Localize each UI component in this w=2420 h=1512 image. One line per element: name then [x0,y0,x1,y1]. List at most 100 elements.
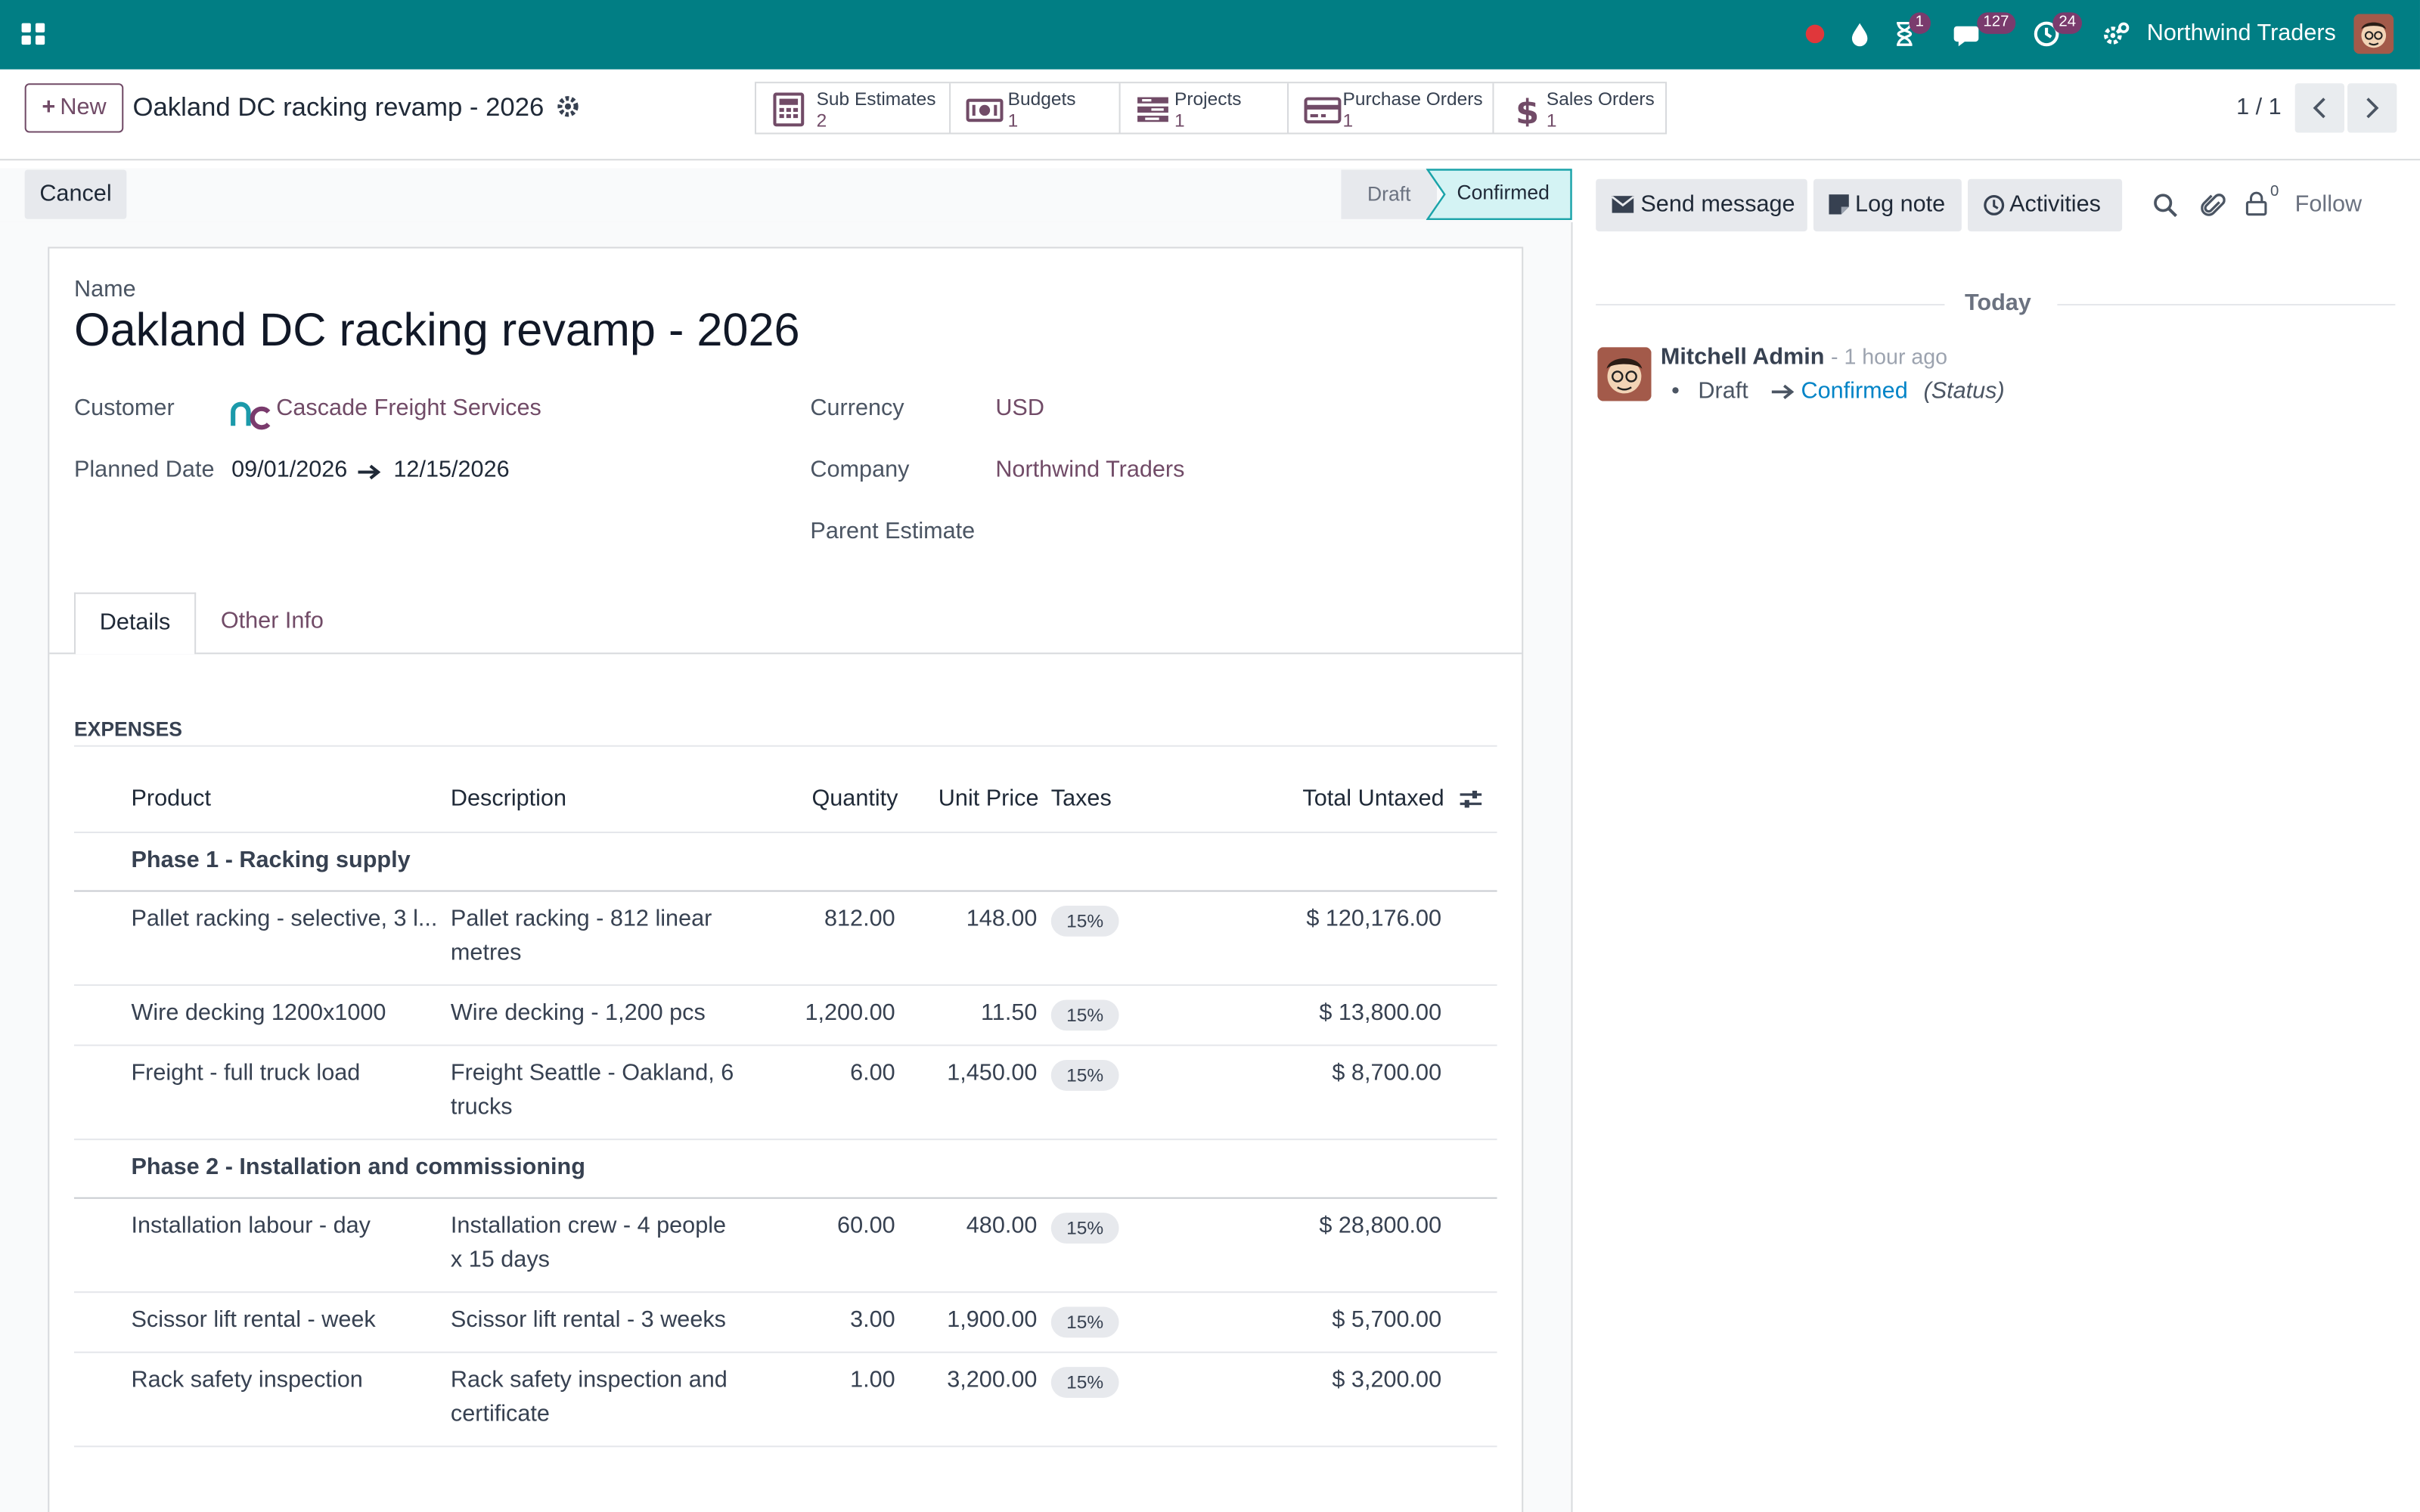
line-unit-price: 1,450.00 [947,1060,1038,1086]
divider [73,1197,1497,1199]
new-record-button[interactable]: + New [24,83,124,133]
company-switcher[interactable]: Northwind Traders [2147,18,2336,49]
settings-gears-icon[interactable] [2101,18,2132,49]
sales-orders-button[interactable]: $ Sales Orders 1 [1494,83,1665,132]
projects-button[interactable]: Projects 1 [1121,83,1289,133]
log-note-label: Log note [1855,191,1946,218]
line-total: $ 13,800.00 [1319,999,1442,1027]
line-description: Freight Seattle - Oakland, 6 trucks [450,1060,734,1120]
follow-button[interactable]: Follow [2295,191,2362,218]
message-author-name[interactable]: Mitchell Admin [1661,344,1825,370]
currency-label: Currency [810,395,904,422]
column-header-taxes[interactable]: Taxes [1051,785,1112,812]
envelope-icon [1611,196,1635,213]
column-header-product[interactable]: Product [131,785,211,812]
line-quantity: 3.00 [850,1306,895,1334]
form-statusbar: Cancel Draft Confirmed [0,168,1572,224]
line-description: Pallet racking - 812 linear metres [450,905,712,966]
optional-columns-sliders-icon[interactable] [1459,787,1484,820]
search-icon[interactable] [2153,193,2178,225]
column-header-description[interactable]: Description [451,785,566,812]
arrow-right-icon [1771,384,1795,400]
currency-field[interactable]: USD [995,395,1044,421]
log-note-button[interactable]: Log note [1813,178,1962,232]
budgets-button[interactable]: Budgets 1 [951,83,1121,133]
column-header-unit-price[interactable]: Unit Price [939,785,1039,812]
stage-draft[interactable]: Draft [1341,169,1437,219]
smart-button-label: Sub Estimates [816,88,936,110]
divider [73,1291,1497,1294]
drop-icon[interactable] [1848,18,1872,49]
message-author: Mitchell Admin - 1 hour ago [1661,344,1947,370]
chevron-right-icon [2366,98,2379,119]
tracking-value-line: • Draft Confirmed (Status) [1671,377,2005,404]
messages-icon[interactable]: 127 [1953,12,2015,49]
line-quantity: 1,200.00 [805,999,895,1027]
app-root: 1 127 24 Northwind Traders + New Oakland … [0,0,2420,1512]
line-description: Wire decking - 1,200 pcs [450,999,706,1027]
tracking-new-value: Confirmed [1801,377,1908,404]
tab-other-info[interactable]: Other Info [221,593,324,652]
user-avatar[interactable] [2353,14,2394,54]
section-row-phase-2[interactable]: Phase 2 - Installation and commissioning [131,1154,585,1181]
line-unit-price: 1,900.00 [947,1306,1038,1334]
clock-badge: 24 [2052,12,2083,34]
pager-next-button[interactable] [2347,83,2397,133]
activities-button[interactable]: Activities [1968,178,2123,232]
line-quantity: 6.00 [850,1060,895,1086]
line-quantity: 1.00 [850,1367,895,1393]
line-product: Scissor lift rental - week [131,1306,376,1334]
recording-dot-icon[interactable] [1803,18,1828,49]
paperclip-icon[interactable] [2201,191,2226,227]
planned-date-label: Planned Date [73,457,215,483]
divider [2057,304,2396,306]
message-time: - 1 hour ago [1830,344,1948,369]
send-message-label: Send message [1640,191,1795,218]
chevron-left-icon [2313,98,2325,119]
pager-previous-button[interactable] [2294,83,2344,133]
customer-field[interactable]: Cascade Freight Services [276,395,541,421]
planned-end-date[interactable]: 12/15/2026 [393,457,509,483]
customer-logo-icon [230,400,273,438]
column-header-quantity[interactable]: Quantity [811,785,898,812]
line-product: Wire decking 1200x1000 [131,999,386,1027]
tracking-field-name: (Status) [1923,377,2005,404]
name-field[interactable]: Oakland DC racking revamp - 2026 [74,305,800,358]
breadcrumb-record-title: Oakland DC racking revamp - 2026 [132,92,544,122]
stage-confirmed[interactable]: Confirmed [1426,168,1575,221]
smart-buttons: Sub Estimates 2 Budgets 1 Projects 1 Pur… [754,82,1668,135]
pager-value[interactable]: 1 / 1 [2236,94,2282,120]
column-header-total-untaxed[interactable]: Total Untaxed [1302,785,1444,812]
divider [1596,304,1945,306]
smart-button-label: Purchase Orders [1342,88,1483,110]
activity-hourglass-icon[interactable]: 1 [1892,12,1931,49]
planned-start-date[interactable]: 09/01/2026 [231,457,347,483]
tax-badge: 15% [1050,999,1119,1031]
calculator-icon [771,92,805,127]
activity-badge: 1 [1909,12,1931,34]
apps-menu-icon[interactable] [18,18,49,49]
line-quantity: 60.00 [837,1213,895,1239]
send-message-button[interactable]: Send message [1596,178,1807,232]
cancel-button[interactable]: Cancel [24,169,127,219]
line-description: Installation crew - 4 people x 15 days [450,1213,727,1273]
parent-estimate-field[interactable] [995,513,1489,550]
record-actions-gear-icon[interactable] [556,94,581,119]
smart-button-count: 1 [1342,109,1354,132]
purchase-orders-button[interactable]: Purchase Orders 1 [1289,83,1494,133]
notebook-tabs: Details Other Info [49,592,1522,655]
company-field[interactable]: Northwind Traders [995,457,1184,483]
line-quantity: 812.00 [824,905,895,932]
sub-estimates-button[interactable]: Sub Estimates 2 [756,83,951,133]
credit-card-icon [1304,92,1342,126]
message-author-avatar[interactable] [1597,347,1652,401]
clock-icon[interactable]: 24 [2033,12,2083,49]
section-row-phase-1[interactable]: Phase 1 - Racking supply [131,847,410,873]
line-product: Installation labour - day [131,1213,371,1239]
divider [73,1351,1497,1353]
stage-confirmed-label: Confirmed [1457,180,1550,204]
followers-button[interactable]: 0 [2245,184,2291,219]
tab-details[interactable]: Details [73,592,197,655]
line-product: Rack safety inspection [131,1367,363,1393]
lock-user-icon [2245,191,2267,216]
